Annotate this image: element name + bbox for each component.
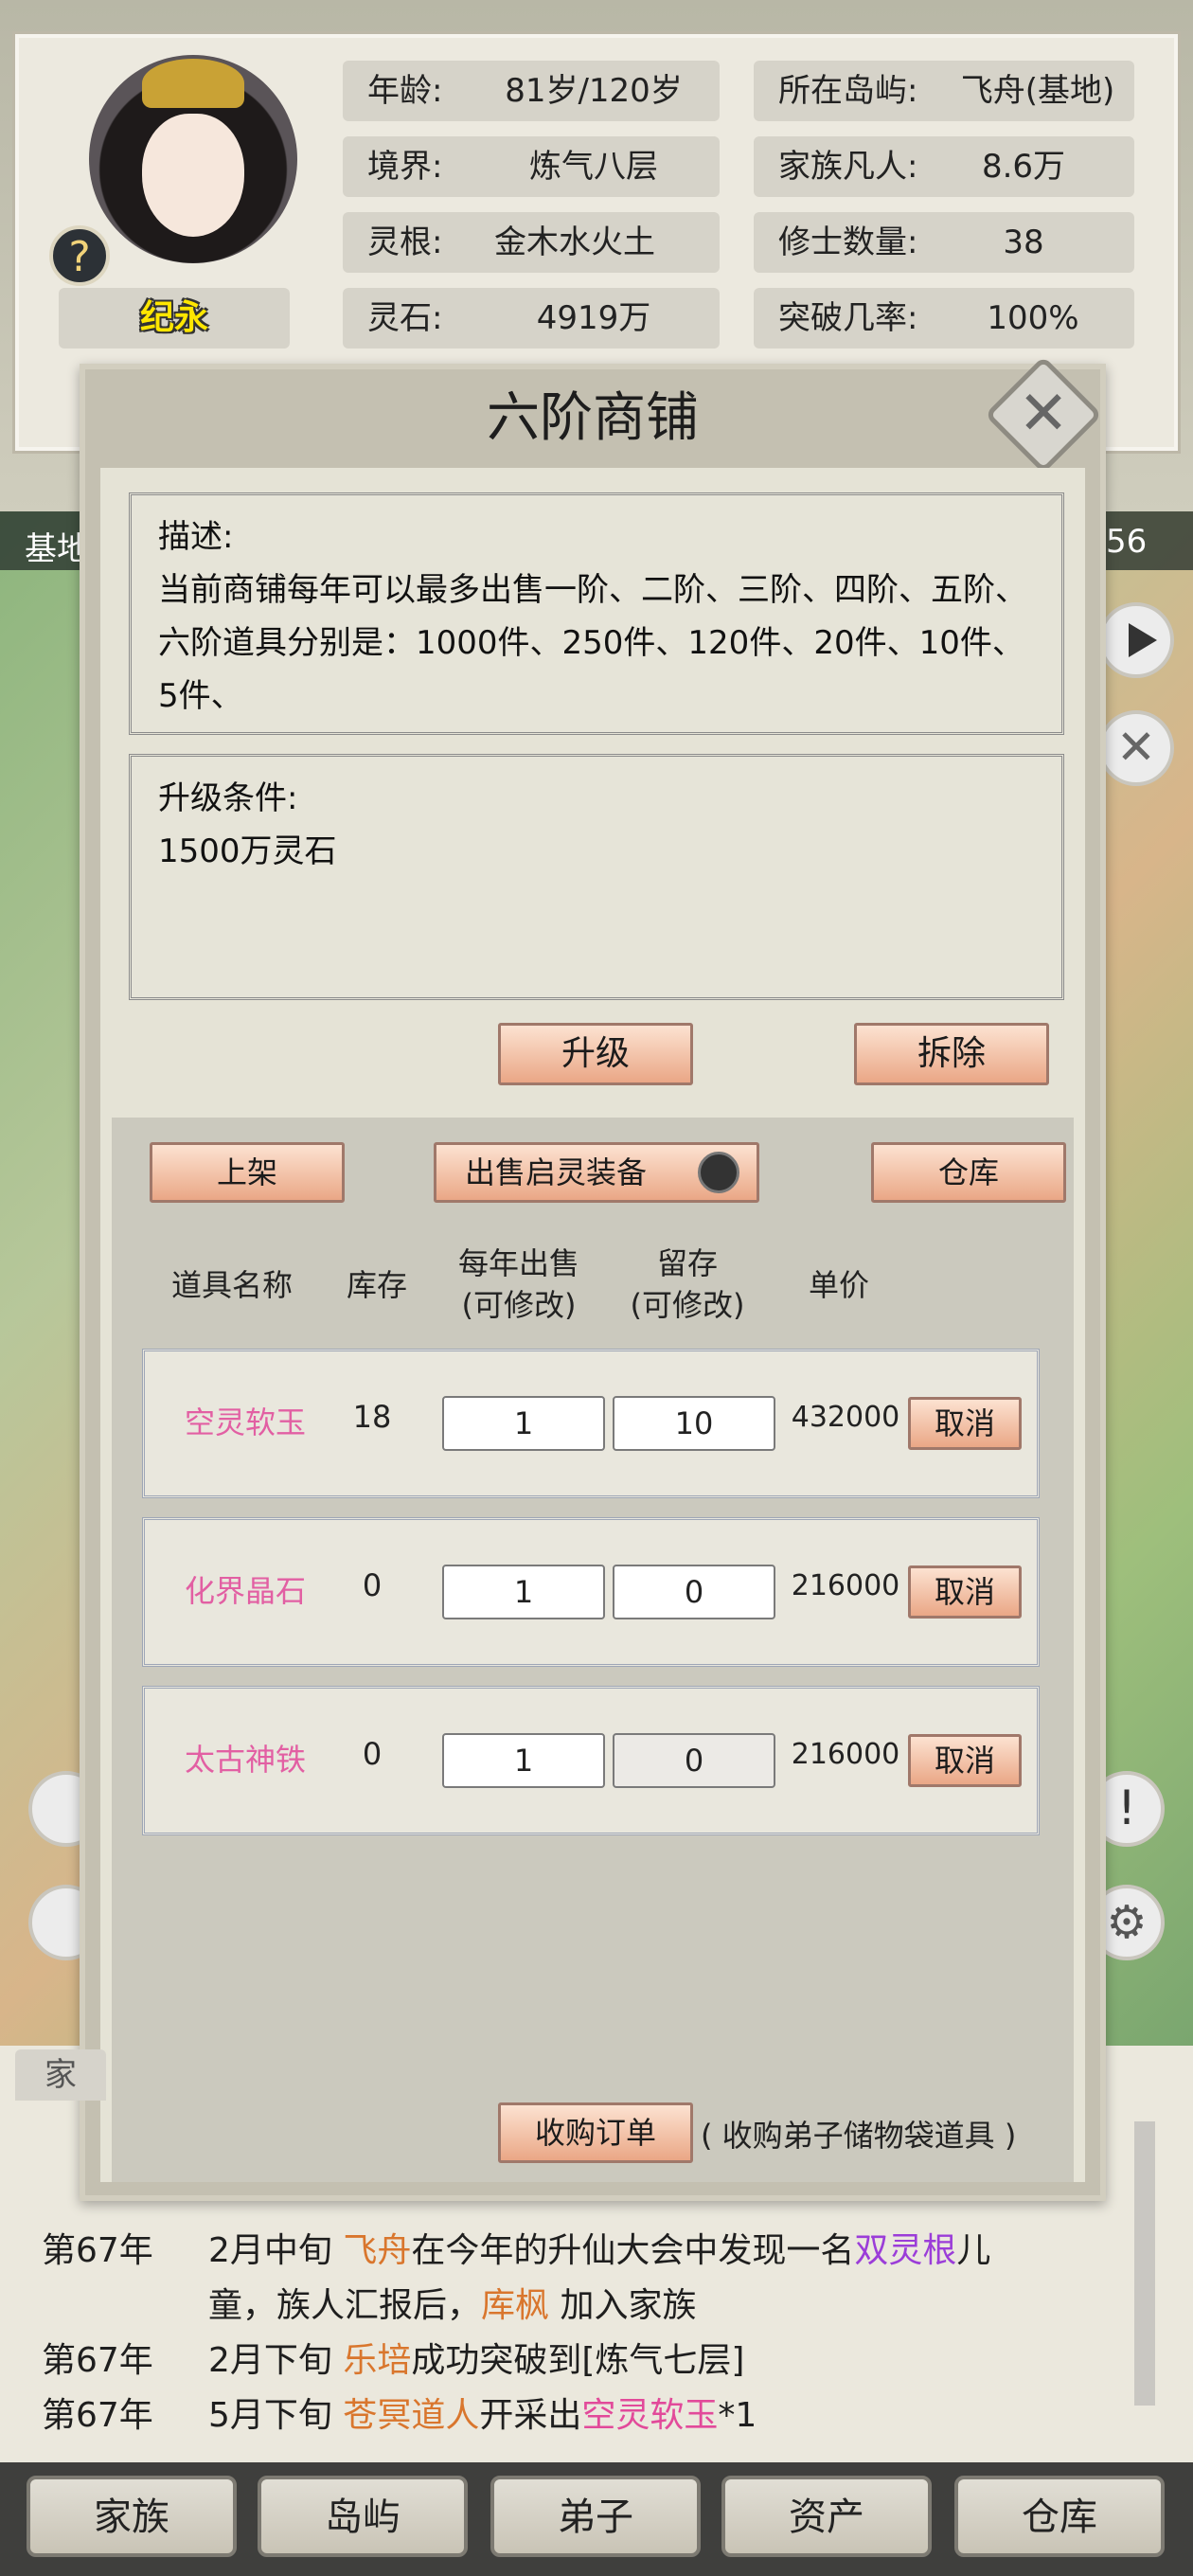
close-map-icon[interactable]: ✕ <box>1098 710 1174 786</box>
cancel-button[interactable]: 取消 <box>908 1734 1022 1787</box>
log-text-segment: 成功突破到[炼气七层] <box>411 2341 745 2380</box>
log-year: 第67年 <box>42 2341 153 2380</box>
col-yearly-header: 每年出售 (可修改) <box>457 1245 579 1323</box>
upgrade-title: 升级条件: <box>158 779 298 817</box>
log-text-segment: 库枫 <box>481 2286 550 2325</box>
event-log: 第67年 2月中旬 飞舟在今年的升仙大会中发现一名双灵根儿 童，族人汇报后，库枫 加… <box>42 2224 1121 2443</box>
upgrade-button[interactable]: 升级 <box>498 1023 693 1085</box>
modal-title: 六阶商铺 <box>487 387 699 449</box>
item-name: 空灵软玉 <box>184 1404 306 1440</box>
log-text-segment: 儿 <box>956 2231 991 2270</box>
log-scrollbar[interactable] <box>1134 2121 1155 2406</box>
cancel-button[interactable]: 取消 <box>908 1397 1022 1450</box>
player-name: 纪永 <box>59 288 290 349</box>
cancel-button[interactable]: 取消 <box>908 1565 1022 1619</box>
play-icon[interactable] <box>1098 602 1174 678</box>
avatar-face <box>142 114 244 237</box>
log-text-segment: 苍冥道人 <box>343 2396 480 2435</box>
stat-island: 所在岛屿: 飞舟(基地) <box>754 61 1134 121</box>
log-text-segment: 加入家族 <box>549 2286 697 2325</box>
log-text-segment: 飞舟 <box>343 2231 412 2270</box>
purchase-note: ( 收购弟子储物袋道具 ) <box>701 2118 1017 2154</box>
log-entry: 第67年 5月下旬 苍冥道人开采出空灵软玉*1 <box>42 2388 1121 2443</box>
sell-equipment-label: 出售启灵装备 <box>465 1154 648 1190</box>
avatar-crown <box>142 59 244 108</box>
log-text-segment: 2月中旬 <box>208 2231 344 2270</box>
log-text-segment: 空灵软玉 <box>581 2396 719 2435</box>
item-stock: 0 <box>362 1567 383 1603</box>
help-icon[interactable]: ? <box>49 225 110 286</box>
col-price-header: 单价 <box>808 1267 869 1303</box>
item-price: 432000 <box>791 1401 900 1434</box>
item-stock: 0 <box>362 1736 383 1772</box>
log-entry: 童，族人汇报后，库枫 加入家族 <box>42 2279 1121 2334</box>
reserve-input[interactable]: 0 <box>613 1565 775 1619</box>
log-text-segment: 5月下旬 <box>208 2396 344 2435</box>
item-price: 216000 <box>791 1738 900 1771</box>
sell-equipment-toggle[interactable]: 出售启灵装备 <box>434 1142 759 1203</box>
description-box: 描述: 当前商铺每年可以最多出售一阶、二阶、三阶、四阶、五阶、六阶道具分别是：1… <box>129 492 1064 735</box>
log-year: 第67年 <box>42 2231 153 2270</box>
nav-disciples[interactable]: 弟子 <box>490 2476 701 2557</box>
list-item-button[interactable]: 上架 <box>150 1142 345 1203</box>
reserve-input[interactable]: 10 <box>613 1396 775 1451</box>
log-text-segment: 乐培 <box>343 2341 412 2380</box>
nav-warehouse[interactable]: 仓库 <box>954 2476 1165 2557</box>
item-row: 太古神铁 0 1 0 216000 取消 <box>142 1686 1040 1835</box>
description-text: 当前商铺每年可以最多出售一阶、二阶、三阶、四阶、五阶、六阶道具分别是：1000件… <box>158 571 1027 715</box>
close-icon[interactable]: ✕ <box>1002 373 1085 456</box>
nav-island[interactable]: 岛屿 <box>258 2476 468 2557</box>
yearly-sale-input[interactable]: 1 <box>442 1396 605 1451</box>
log-text-segment: 童，族人汇报后， <box>208 2286 482 2325</box>
yearly-sale-input[interactable]: 1 <box>442 1565 605 1619</box>
log-text: 童，族人汇报后，库枫 加入家族 <box>208 2279 696 2334</box>
log-text: 5月下旬 苍冥道人开采出空灵软玉*1 <box>208 2388 757 2443</box>
log-text-segment: 在今年的升仙大会中发现一名 <box>411 2231 855 2270</box>
stat-breakthrough: 突破几率: 100% <box>754 288 1134 349</box>
stat-cultivators: 修士数量: 38 <box>754 212 1134 273</box>
log-text-segment: *1 <box>718 2396 757 2435</box>
log-tab[interactable]: 家 <box>15 2049 106 2101</box>
description-title: 描述: <box>158 518 234 556</box>
stat-age: 年龄: 81岁/120岁 <box>343 61 720 121</box>
log-text-segment: 双灵根 <box>854 2231 957 2270</box>
log-text-segment: 2月下旬 <box>208 2341 344 2380</box>
log-text: 2月中旬 飞舟在今年的升仙大会中发现一名双灵根儿 <box>208 2224 990 2279</box>
stat-realm: 境界: 炼气八层 <box>343 136 720 197</box>
stat-spirit-stones: 灵石: 4919万 <box>343 288 720 349</box>
stat-spirit-root: 灵根: 金木水火土 <box>343 212 720 273</box>
log-text: 2月下旬 乐培成功突破到[炼气七层] <box>208 2334 744 2388</box>
nav-assets[interactable]: 资产 <box>721 2476 932 2557</box>
log-entry: 第67年 2月中旬 飞舟在今年的升仙大会中发现一名双灵根儿 <box>42 2224 1121 2279</box>
toggle-knob[interactable] <box>698 1152 739 1193</box>
item-row: 空灵软玉 18 1 10 432000 取消 <box>142 1349 1040 1498</box>
log-entry: 第67年 2月下旬 乐培成功突破到[炼气七层] <box>42 2334 1121 2388</box>
col-reserve-header: 留存 (可修改) <box>630 1245 745 1323</box>
reserve-input[interactable]: 0 <box>613 1733 775 1788</box>
item-name: 太古神铁 <box>184 1742 306 1778</box>
item-stock: 18 <box>352 1399 392 1435</box>
log-year: 第67年 <box>42 2396 153 2435</box>
upgrade-text: 1500万灵石 <box>158 832 337 870</box>
col-stock-header: 库存 <box>346 1267 407 1303</box>
log-text-segment: 开采出 <box>479 2396 582 2435</box>
map-right-label: 56 <box>1106 523 1148 561</box>
stat-mortals: 家族凡人: 8.6万 <box>754 136 1134 197</box>
item-price: 216000 <box>791 1569 900 1602</box>
upgrade-box: 升级条件: 1500万灵石 <box>129 754 1064 1000</box>
demolish-button[interactable]: 拆除 <box>854 1023 1049 1085</box>
item-name: 化界晶石 <box>184 1573 306 1609</box>
item-row: 化界晶石 0 1 0 216000 取消 <box>142 1517 1040 1667</box>
warehouse-button[interactable]: 仓库 <box>871 1142 1066 1203</box>
col-name-header: 道具名称 <box>170 1267 293 1303</box>
log-year <box>42 2279 208 2334</box>
yearly-sale-input[interactable]: 1 <box>442 1733 605 1788</box>
nav-family[interactable]: 家族 <box>27 2476 237 2557</box>
purchase-order-button[interactable]: 收购订单 <box>498 2102 693 2163</box>
